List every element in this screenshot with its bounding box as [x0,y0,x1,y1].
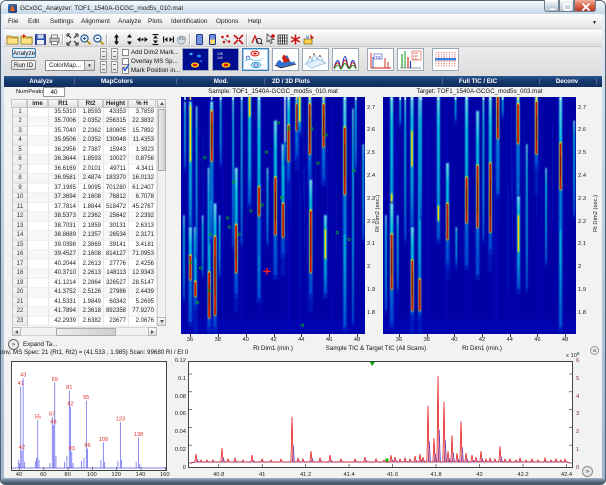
svg-text:TIC: TIC [375,54,382,59]
svg-text:68: 68 [50,420,56,426]
svg-text:153: 153 [413,57,418,61]
svg-text:123: 123 [116,417,125,423]
svg-text:96: 96 [84,443,90,449]
svg-text:67: 67 [49,412,55,418]
svg-text:140: 140 [217,56,223,60]
svg-text:81: 81 [66,385,72,391]
svg-text:138: 138 [134,432,143,438]
svg-text:82: 82 [67,401,73,407]
svg-text:42: 42 [19,445,25,451]
svg-text:69: 69 [52,377,58,383]
svg-text:43: 43 [20,373,26,379]
svg-text:95: 95 [83,395,89,401]
svg-text:109: 109 [99,437,108,443]
svg-text:55: 55 [35,415,41,421]
svg-text:41: 41 [18,381,24,387]
svg-text:83: 83 [69,446,75,452]
